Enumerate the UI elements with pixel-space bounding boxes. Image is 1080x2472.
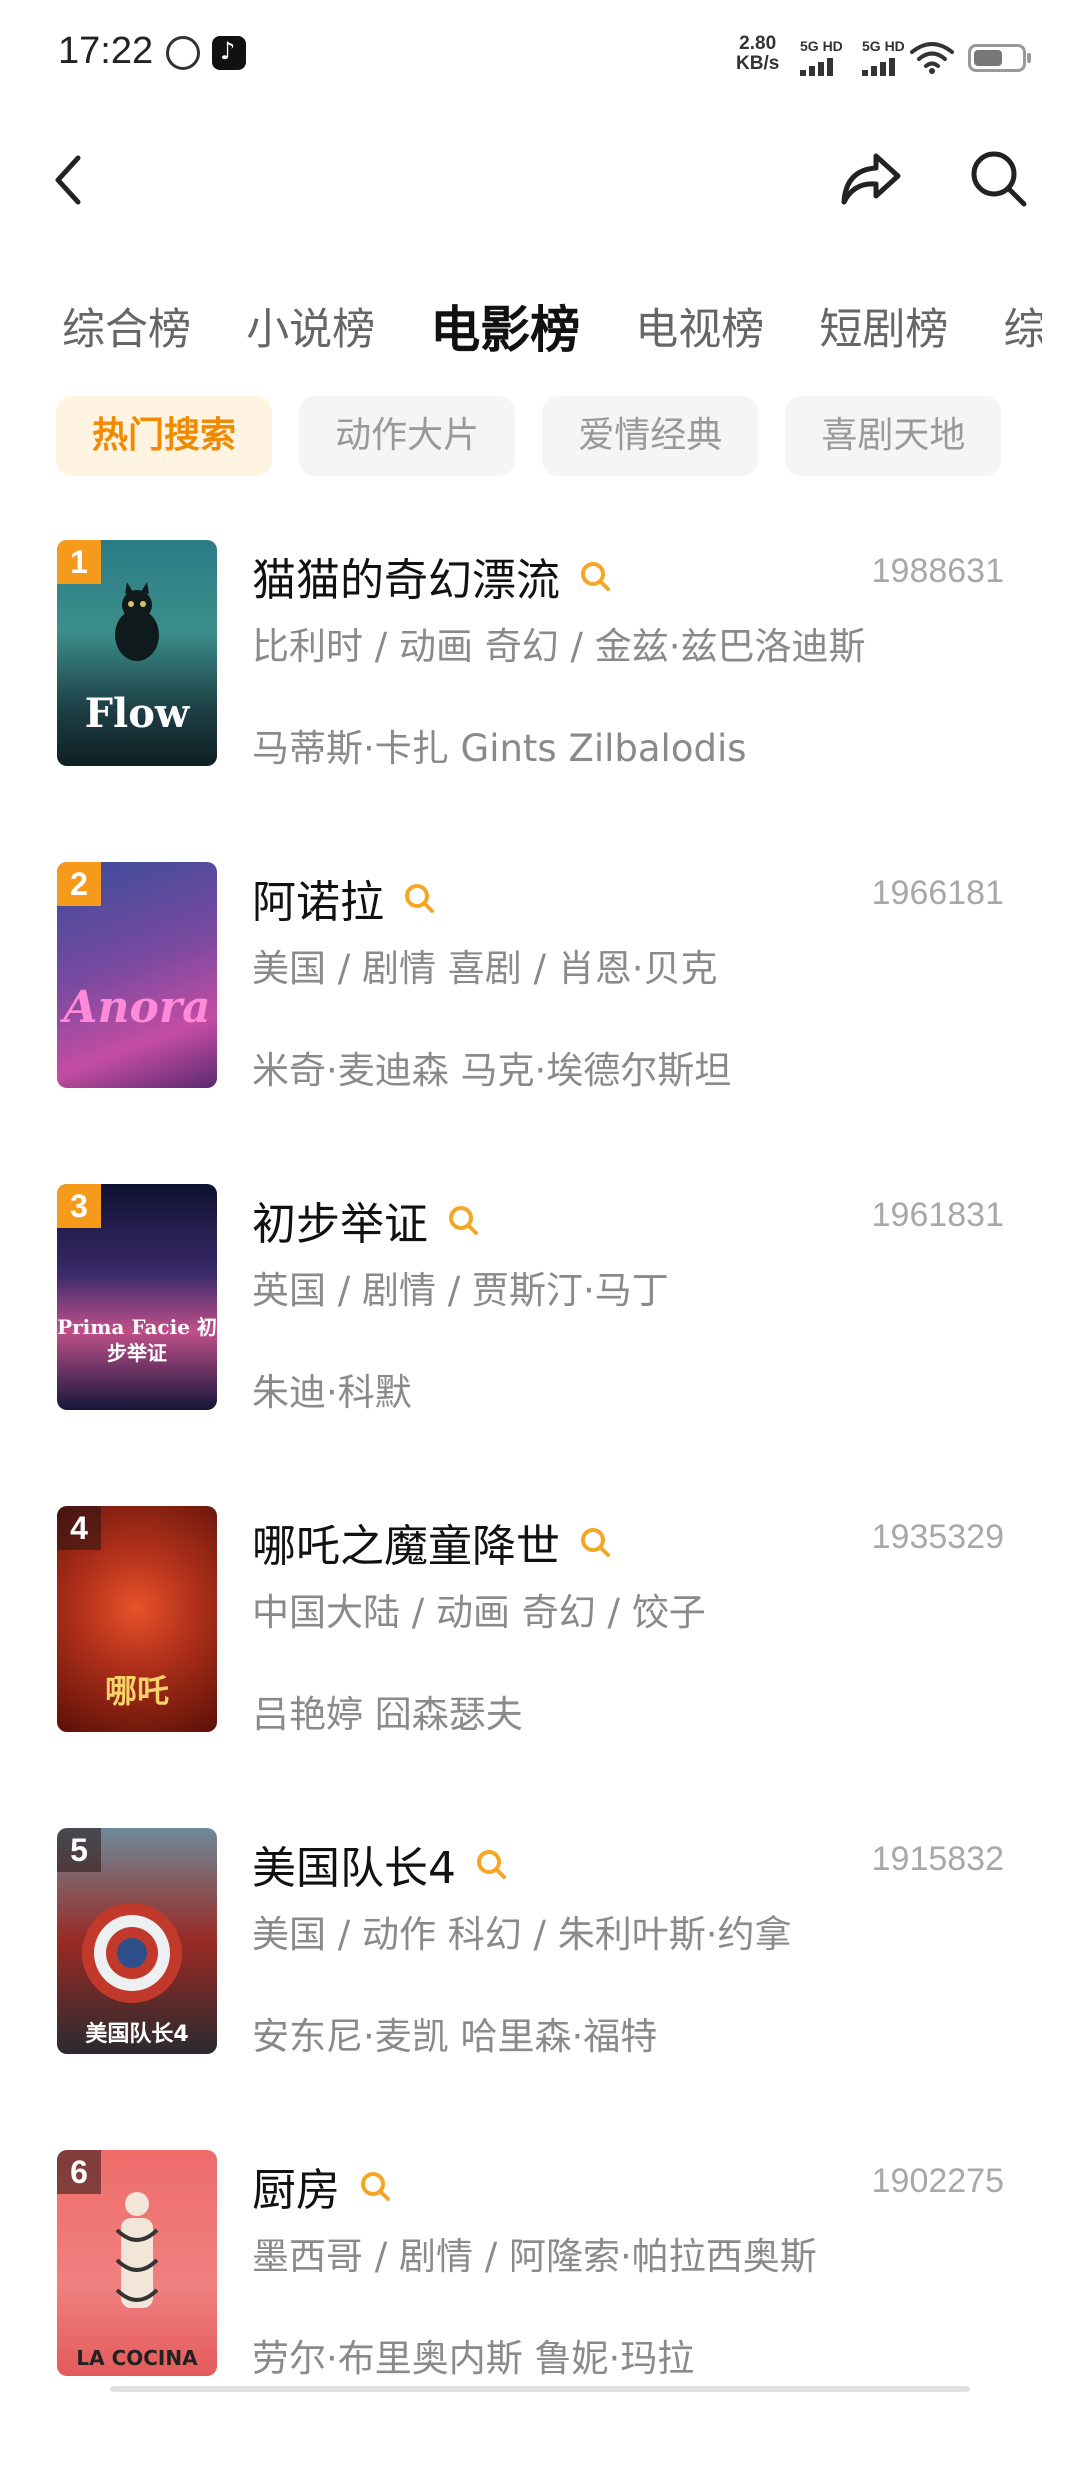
movie-title[interactable]: 阿诺拉 [252, 866, 384, 930]
rank-badge: 5 [57, 1828, 101, 1872]
rank-badge: 6 [57, 2150, 101, 2194]
movie-meta: 中国大陆 / 动画 奇幻 / 饺子 [252, 1591, 706, 1634]
movie-cast: 朱迪·科默 [252, 1371, 412, 1414]
movie-poster[interactable]: 6 LA COCINA [57, 2150, 217, 2376]
share-arrow-icon[interactable] [838, 148, 904, 208]
battery-icon [968, 44, 1031, 72]
movie-title[interactable]: 美国队长4 [252, 1832, 456, 1896]
chevron-left-icon[interactable] [48, 150, 88, 210]
movie-cast: 安东尼·麦凯 哈里森·福特 [252, 2015, 658, 2058]
movie-cast: 马蒂斯·卡扎 Gints Zilbalodis [252, 727, 747, 770]
movie-poster[interactable]: 5 美国队长4 [57, 1828, 217, 2054]
poster-title: 美国队长4 [85, 2022, 189, 2047]
heat-score: 1915832 [871, 1840, 1004, 1878]
movie-title[interactable]: 初步举证 [252, 1188, 428, 1252]
cat-illustration [115, 582, 159, 661]
rank-badge: 1 [57, 540, 101, 584]
network-speed-value: 2.80 [739, 33, 777, 54]
movie-ranking-list: 1 Flow 猫猫的奇幻漂流 1988631 比利时 / 动画 奇幻 / 金兹·… [0, 540, 1080, 2472]
movie-poster[interactable]: 3 Prima Facie 初步举证 [57, 1184, 217, 1410]
poster-title: Flow [84, 690, 190, 737]
movie-cast: 米奇·麦迪森 马克·埃德尔斯坦 [252, 1049, 732, 1092]
poster-title: 哪吒 [104, 1672, 169, 1710]
list-item[interactable]: 1 Flow 猫猫的奇幻漂流 1988631 比利时 / 动画 奇幻 / 金兹·… [0, 540, 1080, 862]
movie-poster[interactable]: 4 哪吒 [57, 1506, 217, 1732]
search-icon[interactable] [446, 1203, 480, 1237]
tiktok-icon [212, 36, 246, 70]
movie-meta: 墨西哥 / 剧情 / 阿隆索·帕拉西奥斯 [252, 2235, 817, 2278]
movie-cast: 劳尔·布里奥内斯 鲁妮·玛拉 [252, 2337, 695, 2380]
movie-cast: 吕艳婷 囧森瑟夫 [252, 1693, 523, 1736]
shield-illustration [82, 1903, 182, 2003]
poster-title: Prima Facie 初步举证 [57, 1315, 217, 1365]
list-item[interactable]: 2 Anora 阿诺拉 1966181 美国 / 剧情 喜剧 / 肖恩·贝克 米… [0, 862, 1080, 1184]
movie-title[interactable]: 哪吒之魔童降世 [252, 1510, 560, 1574]
movie-title[interactable]: 厨房 [252, 2154, 340, 2218]
rank-badge: 2 [57, 862, 101, 906]
signal-label: 5G HD [862, 38, 905, 54]
chip-romance[interactable]: 爱情经典 [542, 396, 759, 476]
movie-poster[interactable]: 1 Flow [57, 540, 217, 766]
heat-score: 1902275 [871, 2162, 1004, 2200]
movie-meta: 美国 / 动作 科幻 / 朱利叶斯·约拿 [252, 1913, 792, 1956]
chip-hot-search[interactable]: 热门搜索 [56, 396, 273, 476]
tab-movie[interactable]: 电影榜 [430, 290, 580, 360]
movie-meta: 英国 / 剧情 / 贾斯汀·马丁 [252, 1269, 669, 1312]
tab-general[interactable]: 综合榜 [62, 295, 191, 357]
search-icon[interactable] [578, 559, 612, 593]
cellular-signal-icon: 5G HD [800, 38, 843, 76]
list-item[interactable]: 5 美国队长4 美国队长4 1915832 美国 / 动作 科幻 / 朱利叶斯·… [0, 1828, 1080, 2150]
poster-title: LA COCINA [76, 2346, 198, 2370]
list-item[interactable]: 6 LA COCINA 厨房 1902275 墨西哥 / 剧情 / 阿隆索·帕拉… [0, 2150, 1080, 2472]
movie-meta: 美国 / 剧情 喜剧 / 肖恩·贝克 [252, 947, 718, 990]
signal-label: 5G HD [800, 38, 843, 54]
heat-score: 1935329 [871, 1518, 1004, 1556]
search-icon[interactable] [402, 881, 436, 915]
figure-illustration [115, 2192, 159, 2308]
tab-short-drama[interactable]: 短剧榜 [819, 295, 948, 357]
list-item[interactable]: 4 哪吒 哪吒之魔童降世 1935329 中国大陆 / 动画 奇幻 / 饺子 吕… [0, 1506, 1080, 1828]
search-icon[interactable] [474, 1847, 508, 1881]
filter-chips: 热门搜索 动作大片 爱情经典 喜剧天地 [56, 396, 1056, 480]
tab-variety-partial[interactable]: 综 [1003, 295, 1042, 357]
heat-score: 1961831 [871, 1196, 1004, 1234]
network-speed: 2.80 KB/s [736, 34, 779, 74]
ranking-tabs: 综合榜 小说榜 电影榜 电视榜 短剧榜 综 [62, 290, 1042, 360]
movie-poster[interactable]: 2 Anora [57, 862, 217, 1088]
status-time: 17:22 [58, 30, 154, 72]
movie-title[interactable]: 猫猫的奇幻漂流 [252, 544, 560, 608]
rank-badge: 3 [57, 1184, 101, 1228]
rank-badge: 4 [57, 1506, 101, 1550]
hand-app-icon [166, 36, 200, 70]
search-icon[interactable] [966, 146, 1030, 210]
network-speed-unit: KB/s [736, 53, 780, 74]
scroll-indicator [110, 2386, 970, 2392]
status-bar: 17:22 2.80 KB/s 5G HD 5G HD [0, 0, 1080, 110]
wifi-icon [910, 42, 954, 74]
heat-score: 1988631 [871, 552, 1004, 590]
search-icon[interactable] [358, 2169, 392, 2203]
tab-novel[interactable]: 小说榜 [246, 295, 375, 357]
chip-action[interactable]: 动作大片 [299, 396, 516, 476]
list-item[interactable]: 3 Prima Facie 初步举证 初步举证 1961831 英国 / 剧情 … [0, 1184, 1080, 1506]
tab-tv[interactable]: 电视榜 [635, 295, 764, 357]
movie-meta: 比利时 / 动画 奇幻 / 金兹·兹巴洛迪斯 [252, 625, 866, 668]
search-icon[interactable] [578, 1525, 612, 1559]
top-toolbar [0, 140, 1080, 220]
poster-title: Anora [63, 982, 211, 1033]
chip-comedy[interactable]: 喜剧天地 [785, 396, 1002, 476]
cellular-signal-icon: 5G HD [862, 38, 905, 76]
heat-score: 1966181 [871, 874, 1004, 912]
